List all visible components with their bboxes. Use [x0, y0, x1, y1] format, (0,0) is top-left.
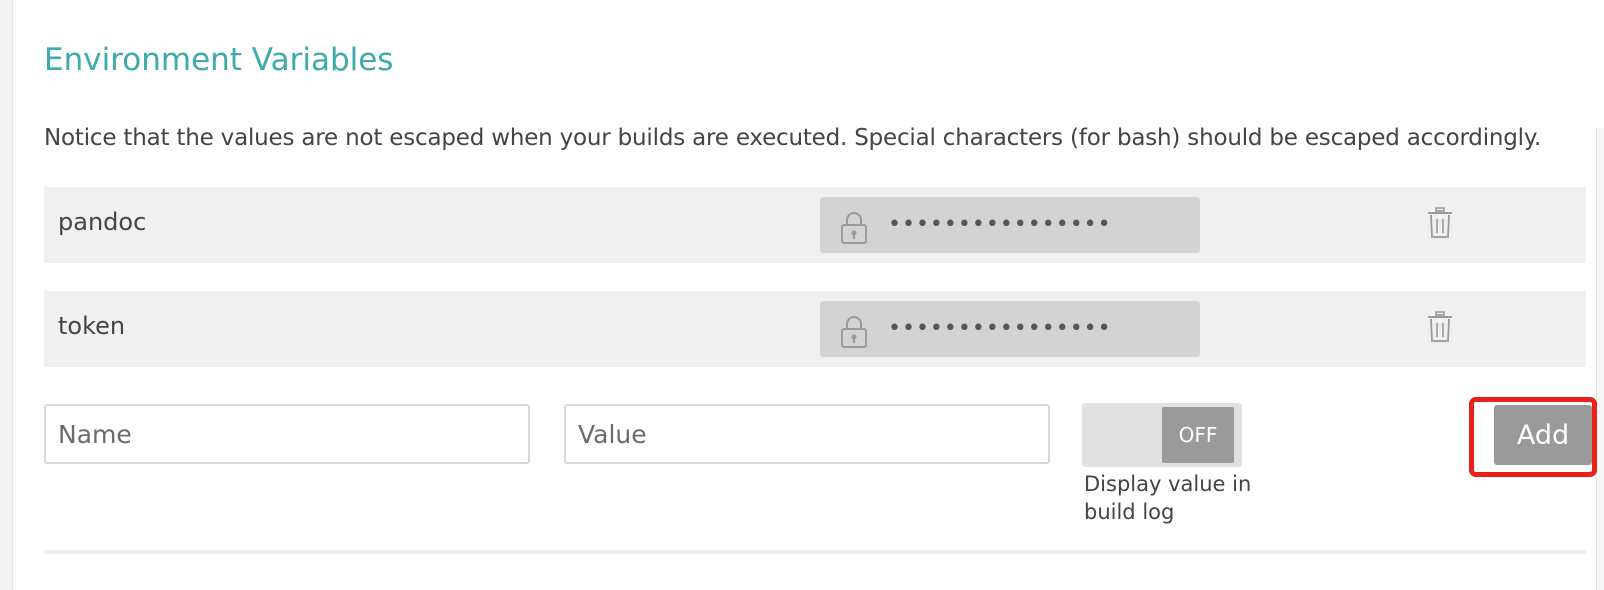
trash-icon[interactable]: [1427, 311, 1453, 343]
add-button[interactable]: Add: [1494, 405, 1592, 465]
env-var-name: pandoc: [58, 208, 147, 236]
trash-icon[interactable]: [1427, 207, 1453, 239]
value-input[interactable]: [564, 404, 1050, 464]
section-divider: [44, 550, 1586, 554]
masked-value-dots: ••••••••••••••••: [888, 212, 1112, 237]
name-input[interactable]: [44, 404, 530, 464]
masked-value-dots: ••••••••••••••••: [888, 316, 1112, 341]
scrollbar-track[interactable]: [1596, 128, 1604, 590]
env-var-masked-value: ••••••••••••••••: [820, 301, 1200, 357]
lock-icon: [841, 212, 867, 244]
lock-icon: [841, 316, 867, 348]
left-border: [0, 0, 13, 590]
env-var-name: token: [58, 312, 126, 340]
toggle-state-label: OFF: [1162, 407, 1234, 463]
env-var-row-token: token ••••••••••••••••: [44, 291, 1586, 367]
env-var-masked-value: ••••••••••••••••: [820, 197, 1200, 253]
display-value-toggle[interactable]: OFF: [1082, 403, 1242, 467]
env-var-row-pandoc: pandoc ••••••••••••••••: [44, 187, 1586, 263]
display-value-label: Display value in build log: [1084, 472, 1252, 524]
section-title: Environment Variables: [44, 42, 394, 78]
escape-notice: Notice that the values are not escaped w…: [44, 125, 1542, 151]
